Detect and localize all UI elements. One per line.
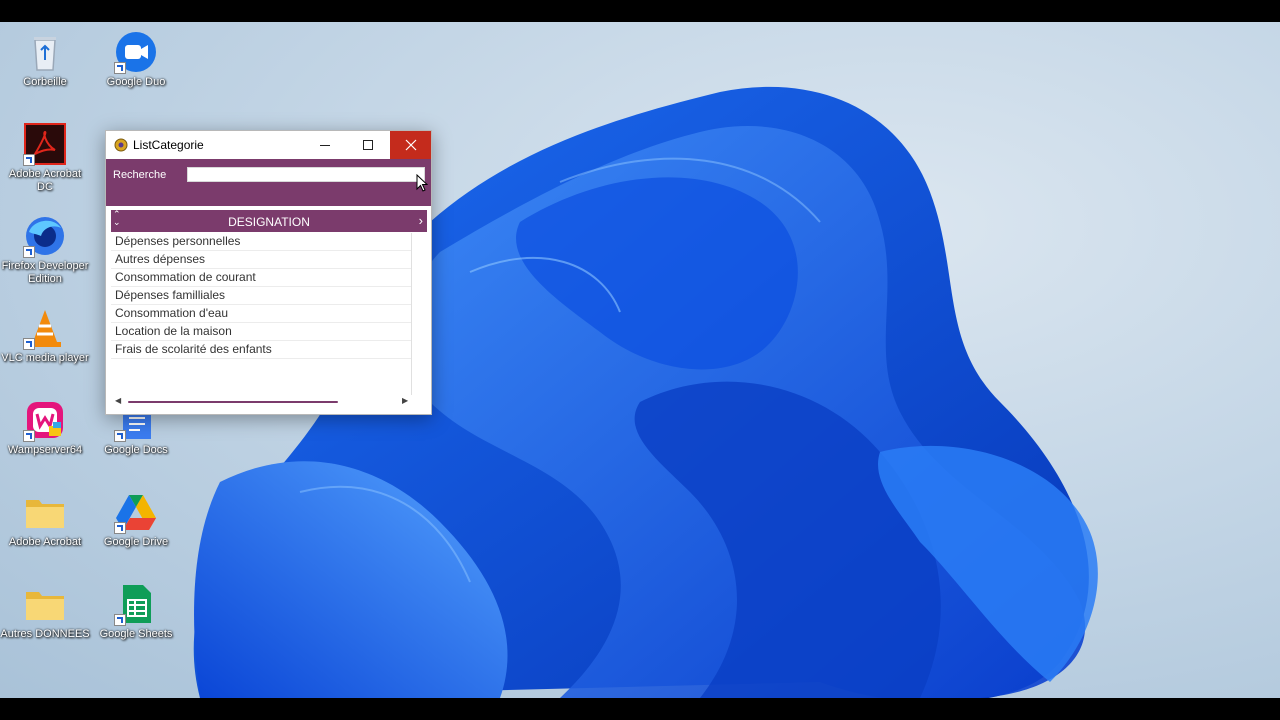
scrollbar-thumb[interactable] [128,401,338,403]
google-drive-icon [114,490,158,534]
desktop-icon-label: Firefox Developer Edition [1,260,89,285]
window-title: ListCategorie [133,138,204,152]
column-header-designation[interactable]: ⌃ ⌄ DESIGNATION › [111,210,427,232]
shortcut-arrow-icon [23,430,35,442]
table-row[interactable]: Location de la maison [111,323,411,341]
listcategorie-window: ListCategorie Recherche ⌃ ⌄ DESIGNATION ›… [105,130,432,415]
category-grid: ⌃ ⌄ DESIGNATION › Dépenses personnelles A… [110,209,428,412]
mouse-cursor-icon [416,174,428,192]
column-divider [411,233,412,395]
desktop-icon-folder-adobe-acrobat[interactable]: Adobe Acrobat [0,490,90,549]
firefox-icon [23,214,67,258]
shortcut-arrow-icon [114,614,126,626]
maximize-button[interactable] [347,131,389,159]
scroll-left-icon[interactable]: ◀ [115,396,121,405]
minimize-button[interactable] [304,131,346,159]
search-panel: Recherche [106,159,431,206]
desktop-icon-recycle-bin[interactable]: Corbeille [0,30,90,89]
chevron-right-icon[interactable]: › [419,213,423,228]
wampserver-icon [23,398,67,442]
horizontal-scrollbar[interactable]: ◀ ▶ [115,395,410,409]
desktop-icon-vlc[interactable]: VLC media player [0,306,90,365]
app-icon [114,138,128,152]
table-row[interactable]: Autres dépenses [111,251,411,269]
table-row[interactable]: Consommation d'eau [111,305,411,323]
desktop-icon-label: VLC media player [1,352,89,364]
shortcut-arrow-icon [114,62,126,74]
desktop-icon-label: Google Drive [103,536,169,548]
shortcut-arrow-icon [114,522,126,534]
table-row[interactable]: Frais de scolarité des enfants [111,341,411,359]
desktop-icon-label: Adobe Acrobat [8,536,82,548]
recycle-bin-icon [23,30,67,74]
desktop-icon-label: Wampserver64 [7,444,83,456]
desktop-icon-wampserver[interactable]: Wampserver64 [0,398,90,457]
desktop: Corbeille Adobe Acrobat DC Firefox Devel… [0,22,1280,698]
scroll-right-icon[interactable]: ▶ [402,396,408,405]
shortcut-arrow-icon [23,246,35,258]
desktop-icon-label: Autres DONNEES [0,628,90,640]
shortcut-arrow-icon [23,338,35,350]
maximize-icon [363,140,373,150]
close-icon [405,139,417,151]
desktop-icon-acrobat-dc[interactable]: Adobe Acrobat DC [0,122,90,194]
desktop-icon-google-duo[interactable]: Google Duo [91,30,181,89]
table-row[interactable]: Dépenses familliales [111,287,411,305]
search-label: Recherche [113,169,167,181]
column-header-label: DESIGNATION [228,215,310,229]
table-row[interactable]: Consommation de courant [111,269,411,287]
shortcut-arrow-icon [114,430,126,442]
grid-rows: Dépenses personnelles Autres dépenses Co… [111,233,411,359]
table-row[interactable]: Dépenses personnelles [111,233,411,251]
desktop-icon-label: Google Duo [106,76,166,88]
google-duo-icon [114,30,158,74]
title-bar[interactable]: ListCategorie [106,131,431,159]
desktop-icon-label: Adobe Acrobat DC [8,168,82,193]
desktop-icon-label: Google Sheets [99,628,173,640]
desktop-icon-google-drive[interactable]: Google Drive [91,490,181,549]
shortcut-arrow-icon [23,154,35,166]
desktop-icon-google-sheets[interactable]: Google Sheets [91,582,181,641]
desktop-icon-folder-autres-donnees[interactable]: Autres DONNEES [0,582,90,641]
google-sheets-icon [114,582,158,626]
search-input[interactable] [187,167,425,182]
minimize-icon [320,145,330,146]
vlc-icon [23,306,67,350]
desktop-icon-label: Google Docs [104,444,168,456]
folder-icon [23,490,67,534]
desktop-icon-firefox-dev[interactable]: Firefox Developer Edition [0,214,90,286]
desktop-icon-label: Corbeille [23,76,67,88]
close-button[interactable] [390,131,431,159]
acrobat-icon [23,122,67,166]
folder-icon [23,582,67,626]
